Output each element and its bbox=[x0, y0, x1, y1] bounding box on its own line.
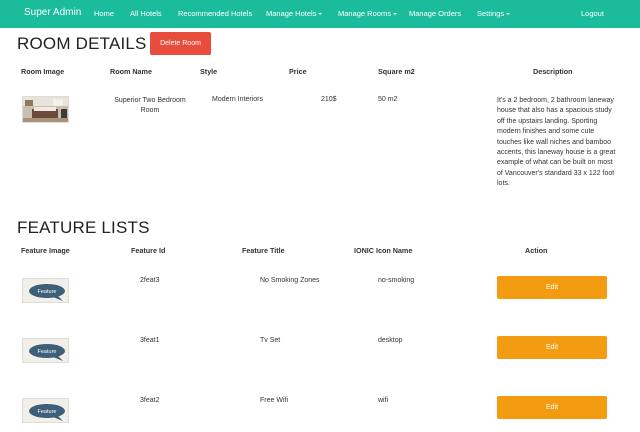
room-style-cell: Modern Interiors bbox=[212, 96, 263, 103]
col-header-price: Price bbox=[289, 67, 307, 76]
feature-speech-bubble-icon: Feature bbox=[23, 339, 68, 362]
delete-room-button[interactable]: Delete Room bbox=[150, 32, 211, 55]
col-header-ionic-icon: IONIC Icon Name bbox=[354, 246, 413, 255]
feature-thumb-label: Feature bbox=[38, 349, 57, 355]
room-square-cell: 50 m2 bbox=[378, 96, 398, 103]
feature-thumb-label: Feature bbox=[38, 409, 57, 415]
nav-manage-hotels[interactable]: Manage Hotels bbox=[266, 9, 323, 18]
col-header-feature-image: Feature Image bbox=[21, 246, 70, 255]
nav-manage-rooms[interactable]: Manage Rooms bbox=[338, 9, 397, 18]
feature-id-cell: 3feat1 bbox=[140, 337, 160, 344]
room-name-cell: Superior Two Bedroom Room bbox=[114, 97, 186, 115]
nav-home[interactable]: Home bbox=[94, 9, 114, 18]
col-header-feature-id: Feature Id bbox=[131, 246, 166, 255]
nav-recommended-hotels[interactable]: Recommended Hotels bbox=[178, 9, 252, 18]
caret-down-icon bbox=[506, 13, 511, 16]
feature-id-cell: 2feat3 bbox=[140, 277, 160, 284]
feature-icon-name-cell: desktop bbox=[378, 337, 403, 344]
top-navbar: Super Admin Home All Hotels Recommended … bbox=[0, 0, 640, 28]
edit-feature-button[interactable]: Edit bbox=[497, 336, 607, 359]
feature-icon-name-cell: wifi bbox=[378, 397, 389, 404]
room-details-heading: ROOM DETAILS bbox=[17, 34, 147, 53]
col-header-room-image: Room Image bbox=[21, 67, 65, 76]
nav-home-label: Home bbox=[94, 9, 115, 18]
edit-feature-button[interactable]: Edit bbox=[497, 276, 607, 299]
col-header-square: Square m2 bbox=[378, 67, 415, 76]
edit-feature-button[interactable]: Edit bbox=[497, 396, 607, 419]
nav-all-hotels[interactable]: All Hotels bbox=[130, 9, 162, 18]
col-header-description: Description bbox=[533, 67, 573, 76]
feature-title-cell: Free Wifi bbox=[260, 397, 288, 404]
nav-manage-orders-label: Manage Orders bbox=[409, 9, 462, 18]
feature-title-cell: Tv Set bbox=[260, 337, 281, 344]
col-header-action: Action bbox=[525, 246, 548, 255]
feature-image-thumbnail: Feature bbox=[22, 398, 69, 423]
room-description-cell: It's a 2 bedroom, 2 bathroom laneway hou… bbox=[497, 97, 616, 188]
feature-image-thumbnail: Feature bbox=[22, 278, 69, 303]
nav-manage-hotels-label: Manage Hotels bbox=[266, 9, 317, 18]
nav-recommended-hotels-label: Recommended Hotels bbox=[178, 9, 253, 18]
nav-all-hotels-label: All Hotels bbox=[130, 9, 162, 18]
brand-link[interactable]: Super Admin bbox=[24, 7, 81, 18]
feature-title-cell: No Smoking Zones bbox=[260, 277, 320, 284]
logout-link[interactable]: Logout bbox=[581, 9, 604, 18]
feature-lists-heading: FEATURE LISTS bbox=[17, 218, 150, 237]
feature-id-cell: 3feat2 bbox=[140, 397, 160, 404]
room-photo-image bbox=[23, 97, 68, 122]
feature-icon-name-cell: no-smoking bbox=[378, 277, 415, 284]
nav-settings-label: Settings bbox=[477, 9, 505, 18]
nav-manage-orders[interactable]: Manage Orders bbox=[409, 9, 461, 18]
room-price-cell: 210$ bbox=[321, 96, 337, 103]
col-header-feature-title: Feature Title bbox=[242, 246, 285, 255]
feature-speech-bubble-icon: Feature bbox=[23, 279, 68, 302]
nav-settings[interactable]: Settings bbox=[477, 9, 511, 18]
feature-thumb-label: Feature bbox=[38, 289, 57, 295]
col-header-style: Style bbox=[200, 67, 218, 76]
room-image-thumbnail bbox=[22, 96, 69, 123]
feature-speech-bubble-icon: Feature bbox=[23, 399, 68, 422]
nav-manage-rooms-label: Manage Rooms bbox=[338, 9, 391, 18]
feature-image-thumbnail: Feature bbox=[22, 338, 69, 363]
caret-down-icon bbox=[318, 13, 323, 16]
col-header-room-name: Room Name bbox=[110, 67, 152, 76]
caret-down-icon bbox=[392, 13, 397, 16]
